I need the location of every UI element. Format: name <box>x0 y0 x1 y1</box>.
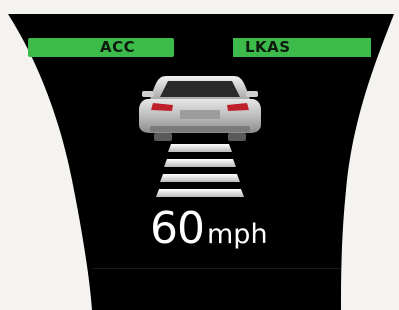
acc-indicator: ACC <box>28 38 174 57</box>
acc-label: ACC <box>100 38 136 56</box>
speed-unit: mph <box>207 219 268 250</box>
car-rear-icon <box>139 76 261 141</box>
set-speed: 60 mph <box>150 204 268 260</box>
distance-bar <box>156 189 244 197</box>
speed-value: 60 <box>150 203 205 254</box>
lkas-indicator: LKAS <box>233 38 371 57</box>
distance-bar <box>168 144 232 152</box>
distance-bar <box>160 174 240 182</box>
lkas-label: LKAS <box>245 38 291 56</box>
distance-bar <box>164 159 236 167</box>
acc-display: ACC LKAS 60 mph <box>0 0 399 310</box>
